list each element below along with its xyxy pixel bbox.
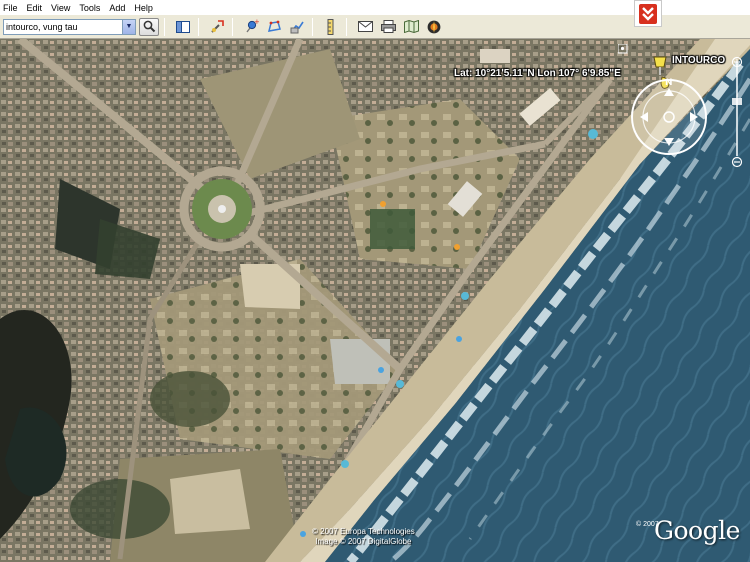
menu-view[interactable]: View: [51, 1, 70, 15]
toolbar-separator: [164, 17, 165, 36]
ruler-button[interactable]: [321, 18, 341, 36]
coordinates-readout: Lat: 10°21'5.11"N Lon 107° 6'9.85"E: [454, 68, 621, 79]
search-icon: [143, 20, 155, 33]
add-polygon-button[interactable]: [264, 18, 284, 36]
email-icon: [357, 21, 373, 32]
email-button[interactable]: [355, 18, 375, 36]
toolbar-separator: [232, 17, 233, 36]
move-tool-icon: [210, 20, 224, 33]
imagery-copyright: © 2007 Europa Technologies Image © 2007 …: [312, 527, 415, 547]
map-viewport[interactable]: INTOURCO Lat: 10°21'5.11"N Lon 107° 6'9.…: [0, 39, 750, 562]
copyright-line: Image © 2007 DigitalGlobe: [315, 537, 412, 546]
add-placemark-button[interactable]: +: [241, 18, 261, 36]
zoom-slider[interactable]: [731, 56, 743, 168]
map-view-button[interactable]: [401, 18, 421, 36]
collapse-toolbar-button[interactable]: [634, 0, 662, 27]
add-path-button[interactable]: [287, 18, 307, 36]
add-path-icon: [290, 21, 304, 34]
move-tool-button[interactable]: [207, 18, 227, 36]
sidebar-toggle-button[interactable]: [173, 18, 193, 36]
search-button[interactable]: [139, 17, 159, 36]
map-view-icon: [403, 20, 419, 33]
menu-tools[interactable]: Tools: [79, 1, 100, 15]
print-button[interactable]: [378, 18, 398, 36]
search-input[interactable]: [4, 19, 122, 34]
search-dropdown-button[interactable]: ▼: [122, 19, 135, 34]
add-polygon-icon: [267, 20, 281, 32]
navigation-control[interactable]: N: [618, 44, 748, 179]
toolbar-separator: [346, 17, 347, 36]
ruler-icon: [327, 18, 334, 35]
menu-edit[interactable]: Edit: [27, 1, 43, 15]
logo-text: Google: [654, 516, 740, 545]
print-icon: [380, 20, 396, 33]
maps-icon: [427, 20, 441, 33]
google-logo: © 2007 Google: [636, 516, 746, 550]
menu-add[interactable]: Add: [109, 1, 125, 15]
menu-file[interactable]: File: [3, 1, 18, 15]
sidebar-toggle-icon: [176, 20, 190, 33]
toolbar-separator: [312, 17, 313, 36]
google-maps-button[interactable]: [424, 18, 444, 36]
compass-ring[interactable]: N: [631, 78, 707, 155]
add-placemark-icon: +: [245, 19, 259, 33]
search-combo: ▼: [3, 18, 136, 35]
copyright-line: © 2007 Europa Technologies: [312, 527, 415, 536]
double-chevron-down-icon: [639, 3, 657, 24]
toolbar-separator: [198, 17, 199, 36]
svg-text:+: +: [254, 19, 259, 26]
compass-north-label: N: [665, 78, 673, 88]
google-earth-window: File Edit View Tools Add Help ▼ +: [0, 0, 750, 562]
menu-help[interactable]: Help: [134, 1, 153, 15]
